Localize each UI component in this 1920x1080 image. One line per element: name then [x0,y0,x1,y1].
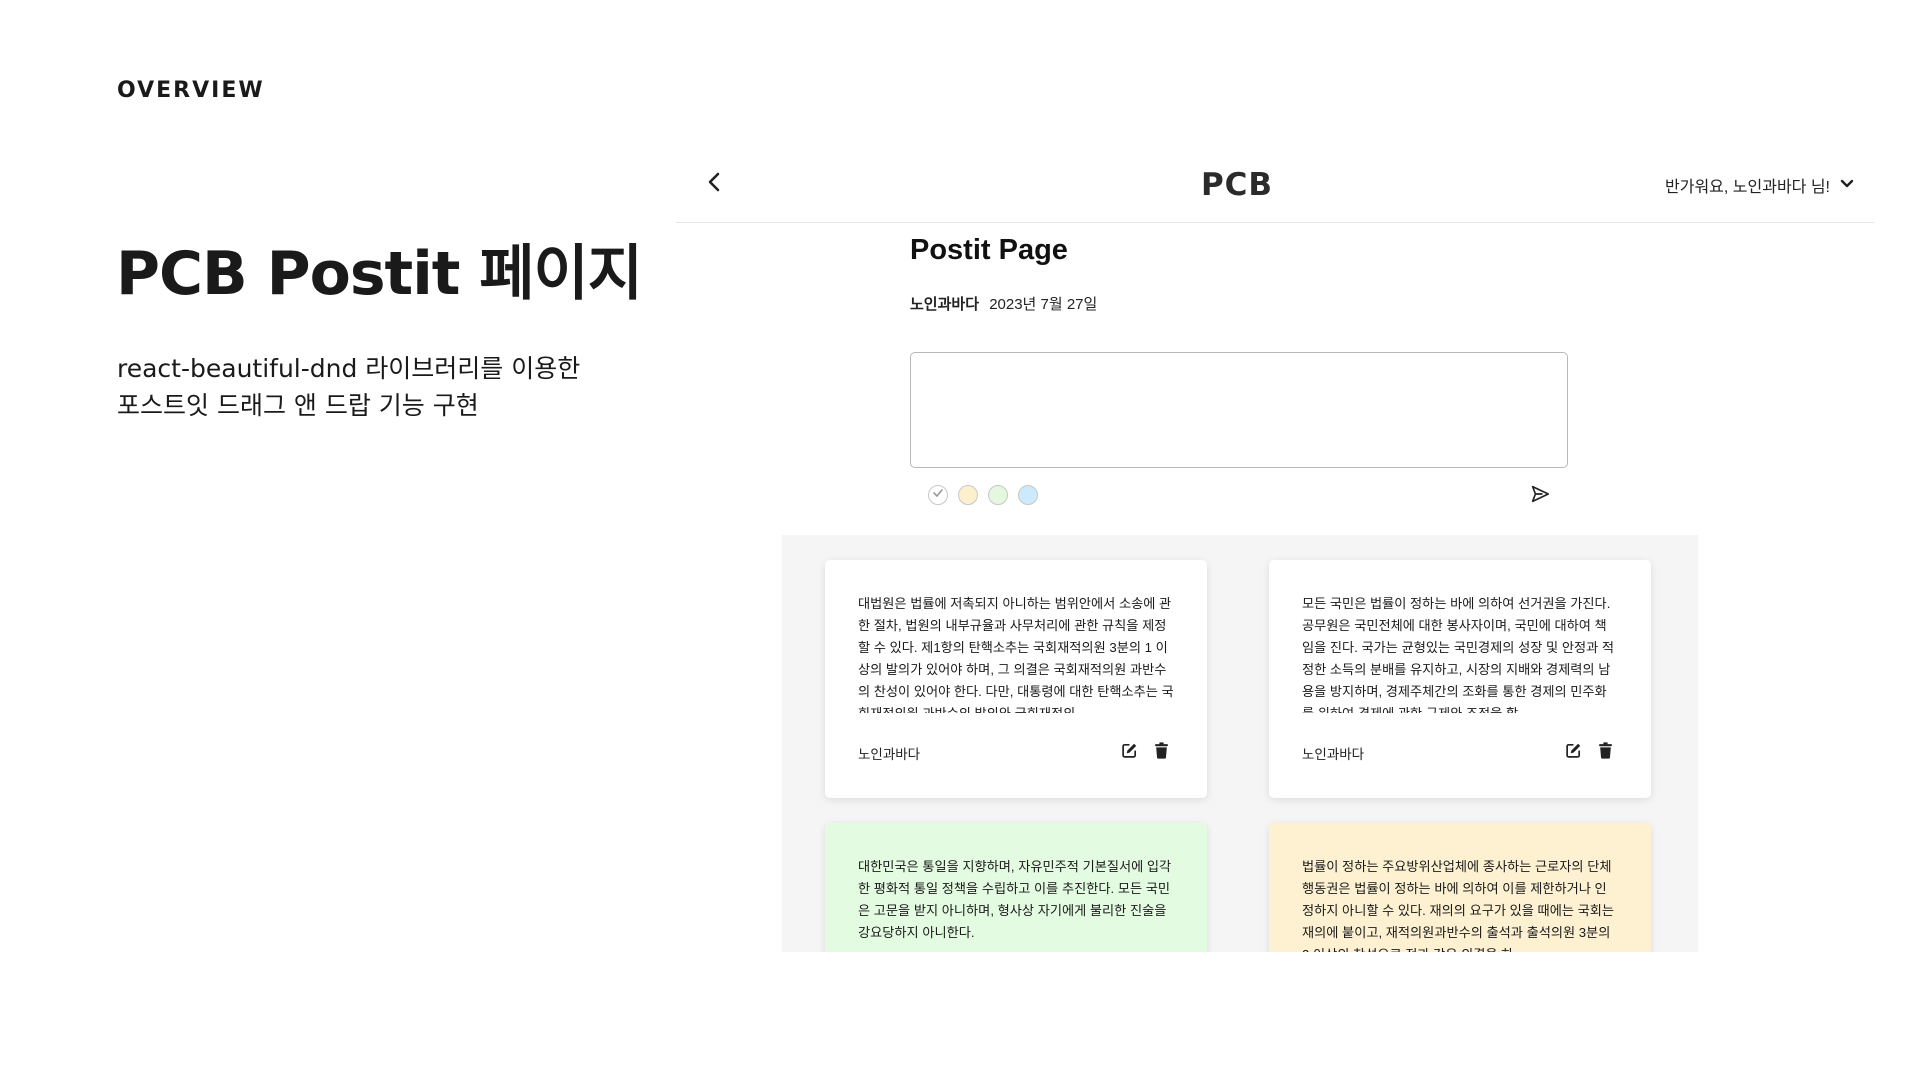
chevron-left-icon [707,172,721,197]
color-swatch-yellow[interactable] [958,485,978,505]
page-meta: 노인과바다 2023년 7월 27일 [910,293,1097,314]
postit-card[interactable]: 대법원은 법률에 저촉되지 아니하는 범위안에서 소송에 관한 절차, 법원의 … [825,560,1207,798]
color-swatch-blue[interactable] [1018,485,1038,505]
color-swatch-white[interactable] [928,485,948,505]
postit-board: 대법원은 법률에 저촉되지 아니하는 범위안에서 소송에 관한 절차, 법원의 … [782,535,1698,952]
description-line: react-beautiful-dnd 라이브러리를 이용한 [117,354,581,383]
color-swatch-green[interactable] [988,485,1008,505]
check-icon [932,486,944,504]
slide-title: PCB Postit 페이지 [116,239,643,309]
postit-text: 대한민국은 통일을 지향하며, 자유민주적 기본질서에 입각한 평화적 통일 정… [858,859,1172,940]
postit-author: 노인과바다 [858,747,921,762]
slide-description: react-beautiful-dnd 라이브러리를 이용한 포스트잇 드래그 … [117,350,580,424]
send-icon [1529,485,1551,509]
back-button[interactable] [700,170,728,198]
postit-text: 법률이 정하는 주요방위산업체에 종사하는 근로자의 단체행동권은 법률이 정하… [1302,859,1615,952]
postit-actions [1120,741,1170,759]
postit-text: 대법원은 법률에 저촉되지 아니하는 범위안에서 소송에 관한 절차, 법원의 … [858,596,1174,713]
app-screenshot: PCB 반가워요, 노인과바다 님! Postit Page 노인과바다 202… [676,150,1874,952]
description-line: 포스트잇 드래그 앤 드랍 기능 구현 [117,391,479,420]
postit-actions [1564,741,1614,759]
page-author: 노인과바다 [910,296,980,313]
user-menu[interactable]: 반가워요, 노인과바다 님! [1665,170,1854,200]
app-header: PCB 반가워요, 노인과바다 님! [676,150,1874,223]
send-button[interactable] [1529,483,1553,507]
logo-text: PCB [1201,168,1273,200]
section-label: OVERVIEW [117,78,265,103]
edit-icon[interactable] [1564,741,1582,759]
trash-icon[interactable] [1596,741,1614,759]
trash-icon[interactable] [1152,741,1170,759]
color-picker [928,485,1038,505]
chevron-down-icon [1840,176,1854,194]
page-date: 2023년 7월 27일 [989,296,1098,313]
postit-card[interactable]: 모든 국민은 법률이 정하는 바에 의하여 선거권을 가진다. 공무원은 국민전… [1269,560,1651,798]
postit-card[interactable]: 법률이 정하는 주요방위산업체에 종사하는 근로자의 단체행동권은 법률이 정하… [1269,823,1651,952]
postit-text: 모든 국민은 법률이 정하는 바에 의하여 선거권을 가진다. 공무원은 국민전… [1302,596,1615,713]
greeting-text: 반가워요, 노인과바다 님! [1665,179,1830,196]
postit-card[interactable]: 대한민국은 통일을 지향하며, 자유민주적 기본질서에 입각한 평화적 통일 정… [825,823,1207,952]
edit-icon[interactable] [1120,741,1138,759]
postit-text-input[interactable] [910,352,1568,468]
postit-author: 노인과바다 [1302,747,1365,762]
logo[interactable]: PCB [1195,167,1279,205]
page-title: Postit Page [910,234,1068,266]
